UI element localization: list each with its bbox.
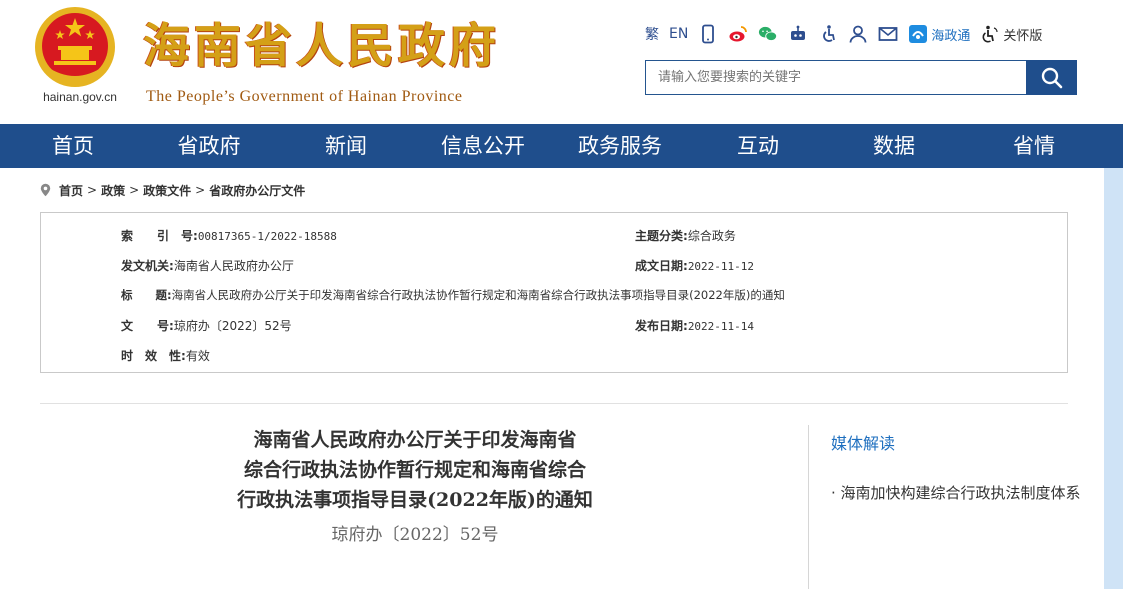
- sidebar-title: 媒体解读: [831, 434, 896, 453]
- user-icon[interactable]: [848, 22, 868, 46]
- breadcrumb-separator: >: [129, 183, 140, 197]
- care-mode-label: 关怀版: [1003, 28, 1043, 44]
- breadcrumb-separator: >: [195, 183, 206, 197]
- info-doc-number: 文 号:琼府办〔2022〕52号: [121, 317, 292, 334]
- info-index: 索 引 号:00817365-1/2022-18588: [121, 227, 337, 244]
- document-info-box: 索 引 号:00817365-1/2022-18588 主题分类:综合政务 发文…: [40, 212, 1068, 373]
- breadcrumb-home[interactable]: 首页: [59, 182, 83, 199]
- info-title: 标 题:海南省人民政府办公厅关于印发海南省综合行政执法协作暂行规定和海南省综合行…: [121, 287, 785, 303]
- info-index-label: 索 引 号:: [121, 229, 198, 243]
- info-validity: 时 效 性:有效: [121, 347, 210, 364]
- mobile-icon[interactable]: [698, 22, 718, 46]
- site-title[interactable]: 海南省人民政府: [143, 18, 500, 76]
- info-issuer-label: 发文机关:: [121, 259, 174, 273]
- national-emblem-icon[interactable]: [34, 6, 116, 88]
- care-mode-icon: [982, 25, 998, 43]
- info-publish-date-label: 发布日期:: [635, 319, 688, 333]
- article-title-line: 行政执法事项指导目录(2022年版)的通知: [237, 489, 593, 511]
- care-mode-link[interactable]: 关怀版: [980, 22, 1042, 46]
- sidebar-divider: [808, 425, 809, 589]
- info-publish-date-value: 2022-11-14: [687, 320, 755, 333]
- info-issuer: 发文机关:海南省人民政府办公厅: [121, 257, 294, 274]
- info-index-value: 00817365-1/2022-18588: [197, 230, 337, 243]
- article-doc-number: 琼府办〔2022〕52号: [331, 525, 499, 545]
- article-title-line: 综合行政执法协作暂行规定和海南省综合: [243, 459, 586, 481]
- header-tools: 繁 EN 海政通 关怀版: [645, 22, 1052, 46]
- info-category: 主题分类:综合政务: [635, 227, 736, 244]
- breadcrumb-general-office-documents[interactable]: 省政府办公厅文件: [209, 182, 305, 199]
- location-pin-icon: [40, 183, 51, 197]
- info-title-value: 海南省人民政府办公厅关于印发海南省综合行政执法协作暂行规定和海南省综合行政执法事…: [171, 288, 785, 302]
- nav-item-home[interactable]: 首页: [28, 124, 118, 168]
- info-date-written-value: 2022-11-12: [687, 260, 755, 273]
- nav-item-data[interactable]: 数据: [848, 124, 940, 168]
- nav-item-information-disclosure[interactable]: 信息公开: [428, 124, 538, 168]
- info-date-written-label: 成文日期:: [635, 259, 688, 273]
- traditional-chinese-link[interactable]: 繁: [645, 22, 659, 46]
- info-publish-date: 发布日期:2022-11-14: [635, 317, 754, 334]
- nav-item-interaction[interactable]: 互动: [712, 124, 804, 168]
- hainan-app-icon: [909, 25, 928, 43]
- hainan-app-label: 海政通: [931, 28, 971, 44]
- nav-item-government-services[interactable]: 政务服务: [565, 124, 675, 168]
- info-doc-number-label: 文 号:: [121, 319, 174, 333]
- info-validity-label: 时 效 性:: [121, 349, 186, 363]
- breadcrumb-policy-documents[interactable]: 政策文件: [143, 182, 191, 199]
- mail-icon[interactable]: [878, 22, 898, 46]
- weibo-icon[interactable]: [728, 22, 748, 46]
- article-title: 海南省人民政府办公厅关于印发海南省 综合行政执法协作暂行规定和海南省综合 行政执…: [210, 425, 620, 515]
- english-link[interactable]: EN: [669, 22, 688, 46]
- header: hainan.gov.cn 海南省人民政府 The People’s Gover…: [0, 0, 1123, 124]
- breadcrumb-policy[interactable]: 政策: [101, 182, 125, 199]
- content-divider: [40, 403, 1068, 404]
- robot-icon[interactable]: [788, 22, 808, 46]
- nav-item-provincial-government[interactable]: 省政府: [163, 124, 255, 168]
- sidebar-media-link[interactable]: · 海南加快构建综合行政执法制度体系: [831, 478, 1081, 508]
- search-icon: [1041, 67, 1062, 88]
- site-domain: hainan.gov.cn: [43, 90, 117, 104]
- info-category-label: 主题分类:: [635, 229, 688, 243]
- right-background-strip: [1104, 168, 1123, 589]
- wechat-icon[interactable]: [758, 22, 778, 46]
- info-title-label: 标 题:: [121, 288, 172, 302]
- nav-item-province-overview[interactable]: 省情: [988, 124, 1080, 168]
- main-nav: 首页 省政府 新闻 信息公开 政务服务 互动 数据 省情: [0, 124, 1123, 168]
- info-category-value: 综合政务: [687, 229, 736, 243]
- breadcrumb-separator: >: [87, 183, 98, 197]
- site-subtitle: The People’s Government of Hainan Provin…: [146, 88, 463, 105]
- info-issuer-value: 海南省人民政府办公厅: [173, 259, 294, 273]
- article-title-line: 海南省人民政府办公厅关于印发海南省: [253, 429, 577, 451]
- info-date-written: 成文日期:2022-11-12: [635, 257, 754, 274]
- info-validity-value: 有效: [185, 349, 210, 363]
- accessibility-icon[interactable]: [818, 22, 838, 46]
- info-doc-number-value: 琼府办〔2022〕52号: [173, 319, 292, 333]
- search-button[interactable]: [1026, 60, 1077, 95]
- nav-item-news[interactable]: 新闻: [300, 124, 392, 168]
- search-input[interactable]: [645, 60, 1026, 95]
- breadcrumb: 首页 > 政策 > 政策文件 > 省政府办公厅文件: [40, 180, 305, 200]
- hainan-app-link[interactable]: 海政通: [908, 22, 970, 46]
